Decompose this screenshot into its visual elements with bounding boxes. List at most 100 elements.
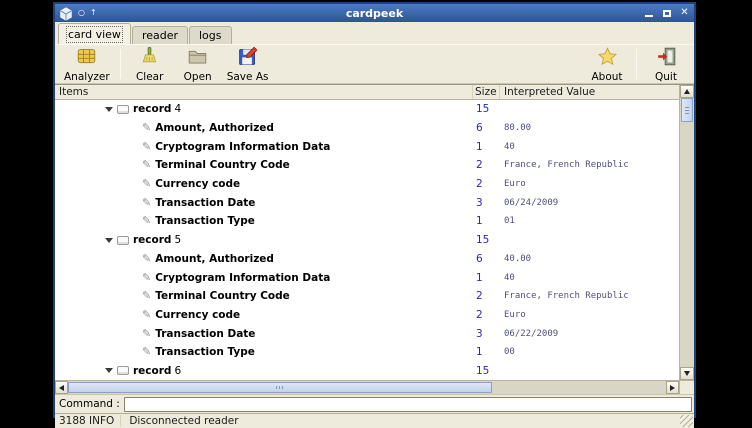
clear-button[interactable]: Clear <box>126 46 174 82</box>
pencil-icon: ✎ <box>142 216 151 226</box>
scrollbar-corner <box>679 380 694 394</box>
tab-strip: card view reader logs <box>55 22 694 44</box>
record-icon <box>117 236 129 245</box>
size-value: 1 <box>473 215 500 227</box>
item-cell: ✎ Terminal Country Code <box>55 159 473 171</box>
expander-triangle-icon[interactable] <box>105 107 113 112</box>
table-row[interactable]: ✎ record 5 15 <box>55 231 679 250</box>
command-row: Command : <box>55 394 694 413</box>
toolbar-button-label: Save As <box>227 71 269 83</box>
vertical-scrollbar[interactable] <box>679 85 694 380</box>
size-value: 1 <box>473 141 500 153</box>
interpreted-value: 40 <box>500 273 679 283</box>
table-row[interactable]: ✎ Cryptogram Information Data 1 40 <box>55 268 679 287</box>
expander-triangle-icon[interactable] <box>105 368 113 373</box>
item-label: Cryptogram Information Data <box>155 141 330 153</box>
tab-logs[interactable]: logs <box>189 26 232 44</box>
vertical-scrollbar-thumb[interactable] <box>681 98 693 122</box>
item-cell: ✎ record 5 <box>55 234 473 246</box>
table-row[interactable]: ✎ Amount, Authorized 6 80.00 <box>55 119 679 138</box>
maximize-button[interactable] <box>661 7 672 19</box>
interpreted-value: Euro <box>500 179 679 189</box>
pencil-icon: ✎ <box>142 347 151 357</box>
toolbar-right-group: About Quit <box>583 46 690 82</box>
tab-card-view[interactable]: card view <box>58 23 131 44</box>
tab-reader[interactable]: reader <box>132 26 188 44</box>
item-cell: ✎ Cryptogram Information Data <box>55 272 473 284</box>
item-cell: ✎ record 4 <box>55 103 473 115</box>
item-label: record <box>133 365 171 377</box>
toolbar-separator <box>120 49 121 79</box>
open-button[interactable]: Open <box>174 46 222 82</box>
size-value: 3 <box>473 328 500 340</box>
tab-label: reader <box>142 29 178 42</box>
table-row[interactable]: ✎ Transaction Date 3 06/24/2009 <box>55 193 679 212</box>
scroll-up-button[interactable] <box>680 85 694 98</box>
quit-icon <box>656 46 677 71</box>
interpreted-value: 06/24/2009 <box>500 198 679 208</box>
table-row[interactable]: ✎ Terminal Country Code 2 France, French… <box>55 287 679 306</box>
table-row[interactable]: ✎ Transaction Date 3 06/22/2009 <box>55 324 679 343</box>
horizontal-scrollbar-thumb[interactable] <box>68 382 492 393</box>
size-value: 1 <box>473 346 500 358</box>
table-row[interactable]: ✎ Transaction Type 1 01 <box>55 212 679 231</box>
size-value: 15 <box>473 234 500 246</box>
down-arrow-icon <box>684 371 690 376</box>
close-button[interactable]: ✕ <box>679 7 690 19</box>
pencil-icon: ✎ <box>142 160 151 170</box>
window-shade-arrow-icon[interactable]: ↑ <box>90 6 97 20</box>
table-row[interactable]: ✎ Cryptogram Information Data 1 40 <box>55 137 679 156</box>
toolbar-button-label: Analyzer <box>64 71 110 83</box>
window-menu-dot-icon[interactable]: ○ <box>78 6 85 20</box>
folder-icon <box>187 46 208 71</box>
horizontal-scrollbar-trough[interactable] <box>492 381 666 394</box>
table-row[interactable]: ✎ Terminal Country Code 2 France, French… <box>55 156 679 175</box>
scroll-down-button[interactable] <box>680 367 694 380</box>
toolbar-button-label: Clear <box>136 71 163 83</box>
toolbar: Analyzer Clear Open Save As <box>55 44 694 84</box>
interpreted-value: France, French Republic <box>500 160 679 170</box>
vertical-scrollbar-trough[interactable] <box>680 122 694 367</box>
command-input[interactable] <box>124 397 692 412</box>
window-title: cardpeek <box>55 7 694 20</box>
scroll-right-button[interactable] <box>666 381 679 394</box>
table-row[interactable]: ✎ Transaction Type 1 00 <box>55 343 679 362</box>
table-row[interactable]: ✎ record 4 15 <box>55 100 679 119</box>
item-label: Currency code <box>155 309 240 321</box>
table-row[interactable]: ✎ Currency code 2 Euro <box>55 306 679 325</box>
size-value: 2 <box>473 309 500 321</box>
tree-header: Items Size Interpreted Value <box>55 85 679 100</box>
save-as-button[interactable]: Save As <box>222 46 274 82</box>
table-row[interactable]: ✎ Amount, Authorized 6 40.00 <box>55 250 679 269</box>
analyzer-button[interactable]: Analyzer <box>59 46 115 82</box>
tree-body: ✎ record 4 15 ✎ Amount, Authorized <box>55 100 679 380</box>
minimize-button[interactable] <box>643 7 654 19</box>
resize-grip[interactable] <box>680 415 693 427</box>
column-header-items[interactable]: Items <box>55 85 473 99</box>
column-header-interpreted-value[interactable]: Interpreted Value <box>500 85 679 99</box>
item-cell: ✎ Transaction Date <box>55 197 473 209</box>
command-label: Command : <box>59 398 120 410</box>
size-value: 6 <box>473 122 500 134</box>
size-value: 2 <box>473 290 500 302</box>
toolbar-button-label: Quit <box>655 71 677 83</box>
scroll-left-button[interactable] <box>55 381 68 394</box>
quit-button[interactable]: Quit <box>642 46 690 82</box>
about-button[interactable]: About <box>583 46 631 82</box>
titlebar[interactable]: ○ ↑ cardpeek ✕ <box>55 4 694 22</box>
item-label: Terminal Country Code <box>155 290 290 302</box>
item-label: record <box>133 234 171 246</box>
item-cell: ✎ Currency code <box>55 178 473 190</box>
right-arrow-icon <box>670 385 675 391</box>
item-label: Cryptogram Information Data <box>155 272 330 284</box>
horizontal-scrollbar[interactable] <box>55 380 679 394</box>
table-row[interactable]: ✎ record 6 15 <box>55 362 679 381</box>
pencil-icon: ✎ <box>142 198 151 208</box>
left-arrow-icon <box>59 385 64 391</box>
pencil-icon: ✎ <box>142 142 151 152</box>
size-value: 6 <box>473 253 500 265</box>
expander-triangle-icon[interactable] <box>105 238 113 243</box>
table-row[interactable]: ✎ Currency code 2 Euro <box>55 175 679 194</box>
item-number: 5 <box>174 234 181 246</box>
column-header-size[interactable]: Size <box>473 85 500 99</box>
